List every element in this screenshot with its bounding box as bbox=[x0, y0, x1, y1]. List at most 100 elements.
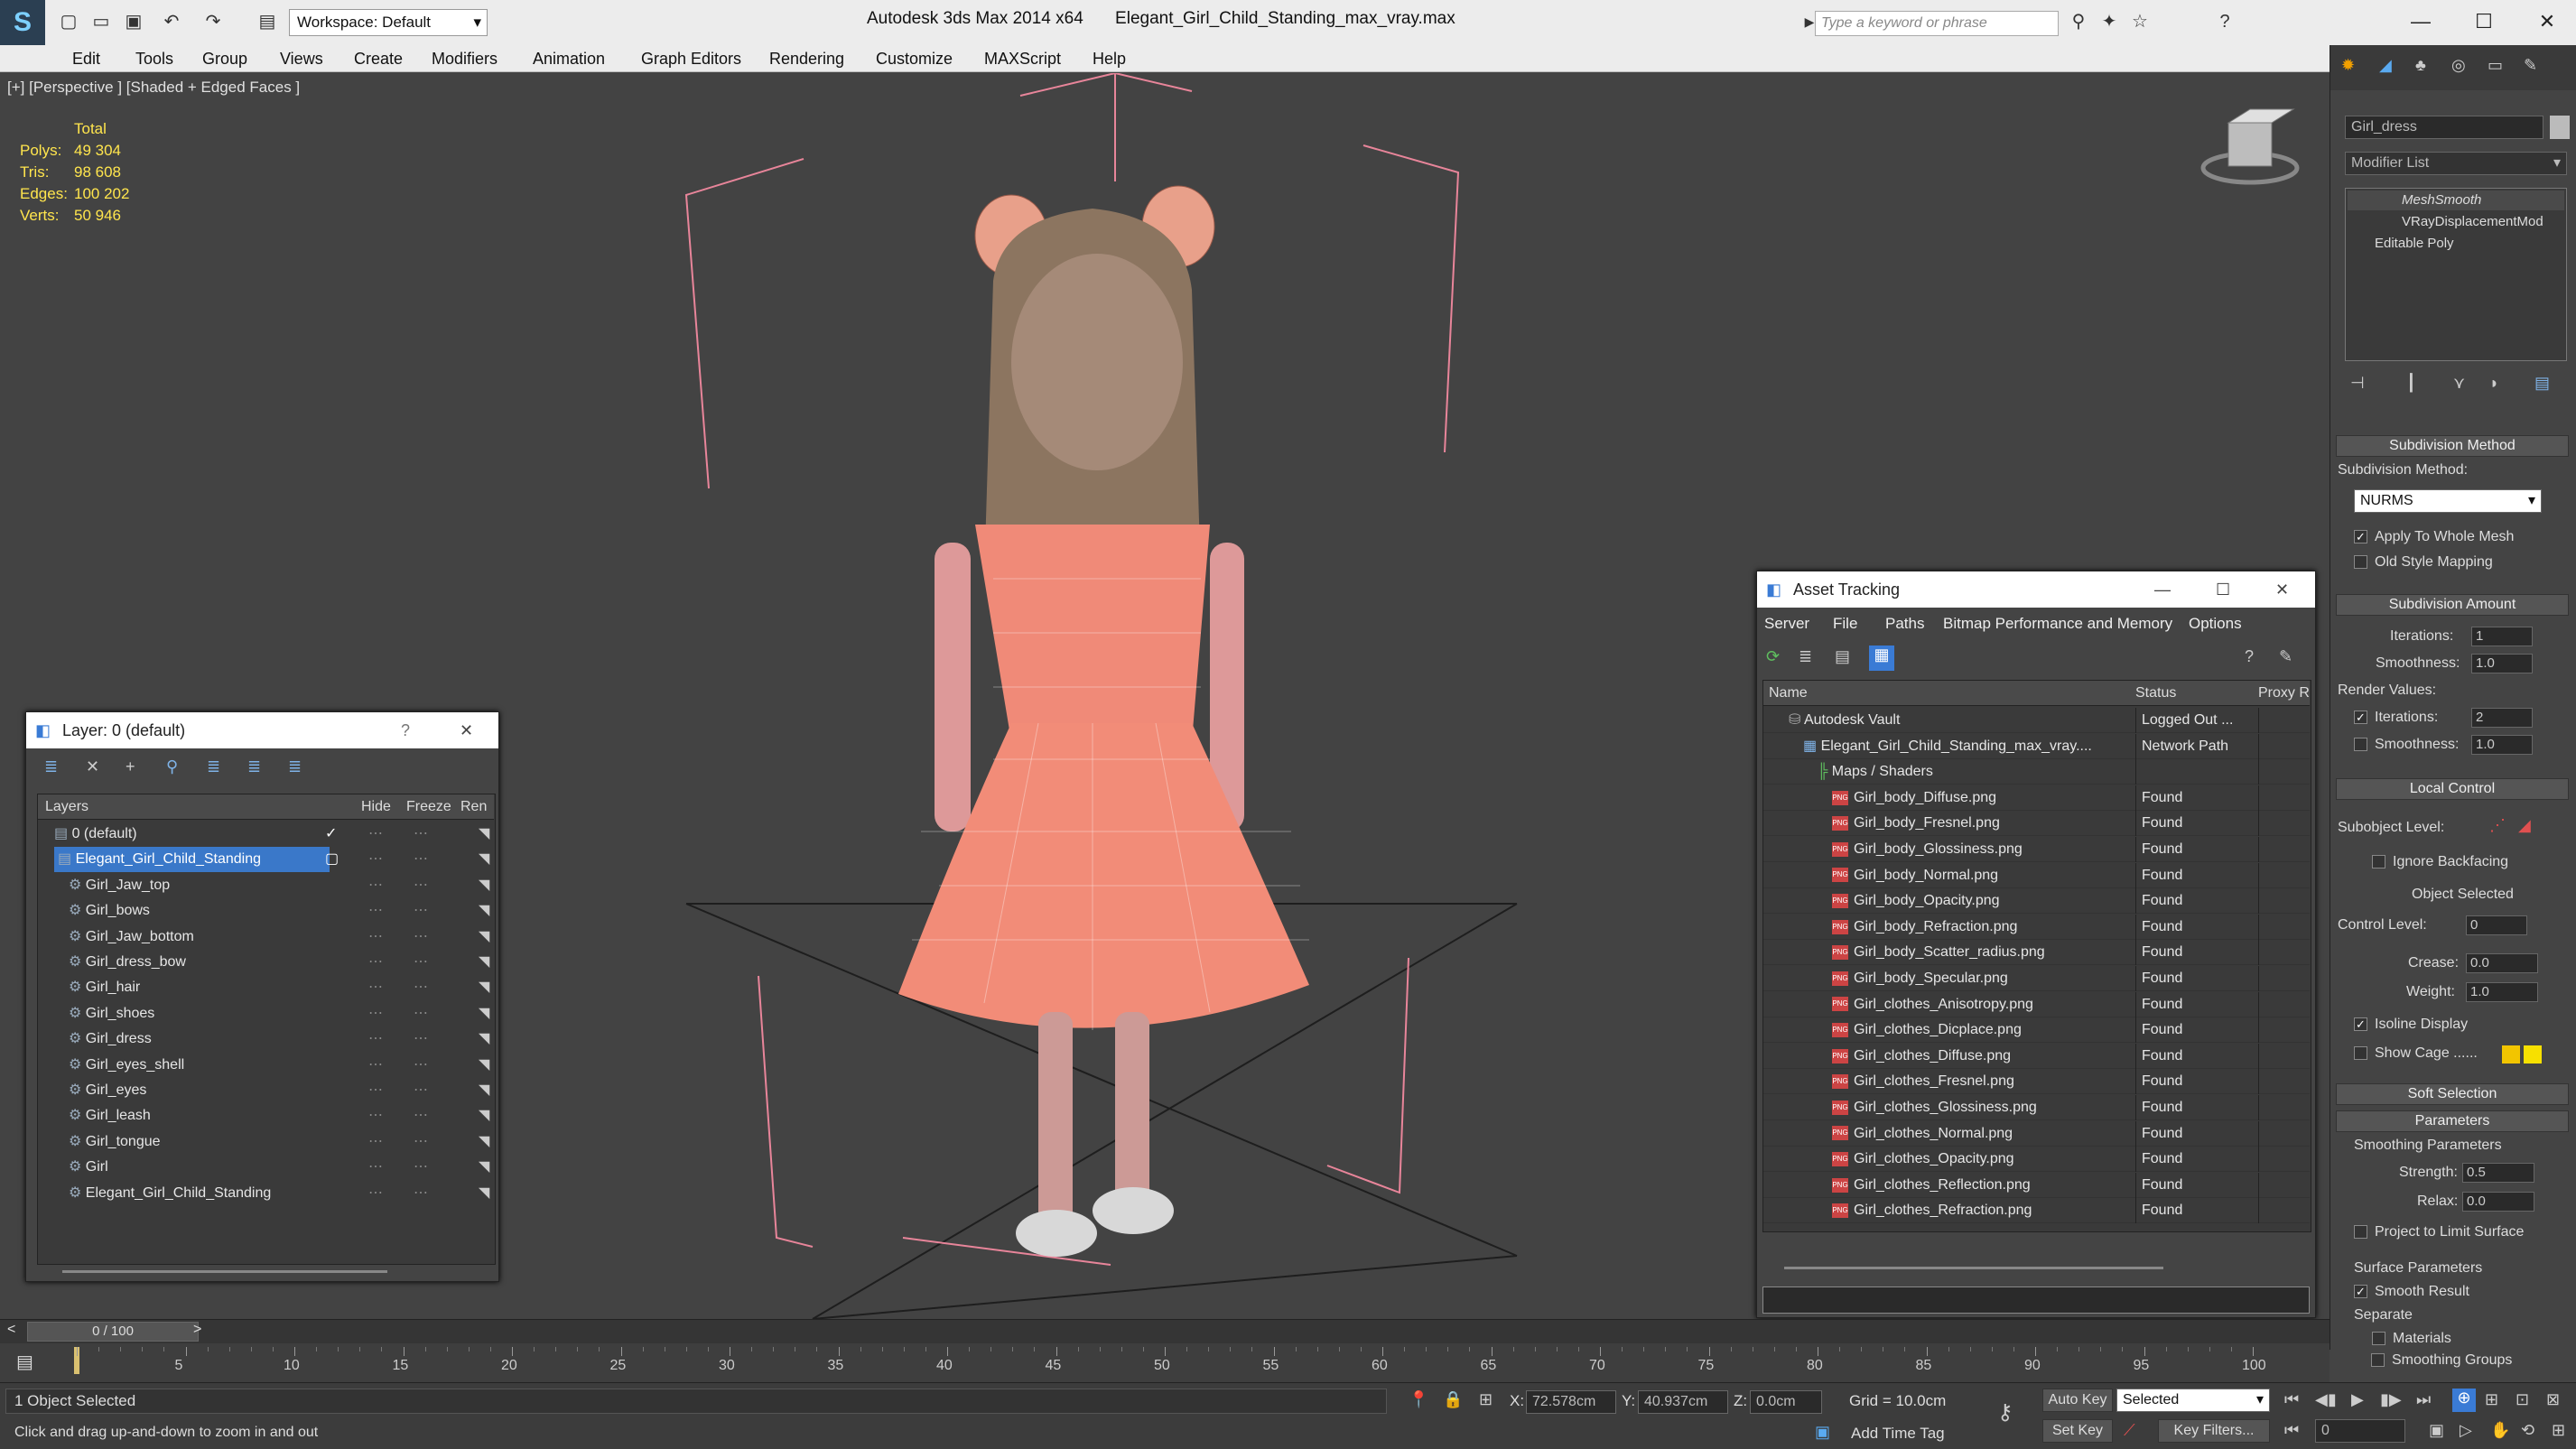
hide-toggle[interactable]: ⋯ bbox=[368, 1181, 383, 1206]
cage-color-swatch-1[interactable] bbox=[2502, 1045, 2520, 1064]
smooth-result-checkbox[interactable]: ✓ Smooth Result bbox=[2354, 1284, 2469, 1300]
asset-row[interactable]: PNG Girl_body_Specular.png Found bbox=[1763, 966, 2310, 991]
search-input[interactable]: Type a keyword or phrase bbox=[1815, 11, 2059, 36]
weight-spinner[interactable]: 1.0 bbox=[2466, 982, 2538, 1002]
viewport-label[interactable]: [+] [Perspective ] [Shaded + Edged Faces… bbox=[7, 79, 300, 97]
freeze-toggle[interactable]: ⋯ bbox=[414, 1103, 428, 1129]
render-toggle-icon[interactable]: ◥ bbox=[479, 847, 489, 872]
zoom-icon[interactable]: ⊕ bbox=[2452, 1389, 2476, 1412]
create-layer-icon[interactable]: ≣ bbox=[44, 757, 58, 776]
set-key-button[interactable]: Set Key bbox=[2042, 1419, 2113, 1443]
hide-toggle[interactable]: ⋯ bbox=[368, 1103, 383, 1129]
hide-toggle[interactable]: ⋯ bbox=[368, 1001, 383, 1026]
render-toggle-icon[interactable]: ◥ bbox=[479, 873, 489, 898]
add-to-layer-icon[interactable]: + bbox=[126, 757, 135, 776]
auto-key-button[interactable]: Auto Key bbox=[2042, 1389, 2113, 1412]
play-icon[interactable]: ▶ bbox=[2351, 1390, 2364, 1409]
hierarchy-tab-icon[interactable]: ♣ bbox=[2415, 56, 2426, 75]
asset-row[interactable]: PNG Girl_body_Normal.png Found bbox=[1763, 862, 2310, 888]
menu-customize[interactable]: Customize bbox=[876, 50, 953, 69]
smoothing-groups-checkbox[interactable]: Smoothing Groups bbox=[2371, 1352, 2512, 1369]
asset-menu-server[interactable]: Server bbox=[1764, 615, 1809, 633]
maximize-button[interactable]: ☐ bbox=[2461, 5, 2506, 38]
local-control-rollout[interactable]: Local Control bbox=[2336, 778, 2569, 800]
motion-tab-icon[interactable]: ◎ bbox=[2451, 56, 2466, 75]
settings-icon[interactable]: ✎ bbox=[2279, 647, 2292, 666]
subdivision-amount-rollout[interactable]: Subdivision Amount bbox=[2336, 594, 2569, 616]
edge-level-icon[interactable]: ◢ bbox=[2518, 816, 2531, 835]
go-to-start-icon[interactable]: ⏮ bbox=[2284, 1390, 2299, 1409]
key-filters-button[interactable]: Key Filters... bbox=[2158, 1419, 2270, 1443]
render-smoothness-checkbox[interactable]: Smoothness: bbox=[2354, 737, 2459, 753]
old-style-mapping-checkbox[interactable]: Old Style Mapping bbox=[2354, 554, 2493, 571]
asset-row[interactable]: PNG Girl_clothes_Glossiness.png Found bbox=[1763, 1095, 2310, 1120]
close-button[interactable]: ✕ bbox=[2525, 5, 2570, 38]
smoothness-spinner[interactable]: 1.0 bbox=[2471, 654, 2533, 673]
render-iterations-checkbox[interactable]: ✓ Iterations: bbox=[2354, 710, 2438, 726]
minimize-button[interactable]: — bbox=[2398, 5, 2443, 38]
frame-ruler[interactable]: 5 10 15 20 25 30 35 40 45 50 55 60 65 70 75 80 85 90 95 100 bbox=[0, 1347, 2330, 1383]
z-coordinate-field[interactable]: 0.0cm bbox=[1750, 1390, 1822, 1414]
go-to-end-icon[interactable]: ⏭ bbox=[2416, 1390, 2431, 1409]
hide-all-icon[interactable]: ≣ bbox=[247, 757, 261, 776]
hide-toggle[interactable]: ⋯ bbox=[368, 873, 383, 898]
soft-selection-rollout[interactable]: Soft Selection bbox=[2336, 1083, 2569, 1105]
render-toggle-icon[interactable]: ◥ bbox=[479, 1026, 489, 1052]
add-time-tag[interactable]: Add Time Tag bbox=[1851, 1425, 1945, 1443]
parameters-rollout[interactable]: Parameters bbox=[2336, 1110, 2569, 1132]
asset-menu-bitmap[interactable]: Bitmap Performance and Memory bbox=[1943, 615, 2172, 633]
asset-row[interactable]: PNG Girl_clothes_Fresnel.png Found bbox=[1763, 1069, 2310, 1095]
asset-menu-file[interactable]: File bbox=[1833, 615, 1857, 633]
col-name[interactable]: Name bbox=[1769, 681, 1808, 706]
app-logo-icon[interactable]: S bbox=[0, 0, 45, 45]
freeze-toggle[interactable]: ⋯ bbox=[414, 822, 428, 847]
modifier-list-dropdown[interactable]: Modifier List ▾ bbox=[2345, 152, 2567, 175]
menu-modifiers[interactable]: Modifiers bbox=[432, 50, 498, 69]
stack-item-vray-displacement[interactable]: VRayDisplacementMod bbox=[2348, 212, 2564, 232]
create-tab-icon[interactable]: ✹ bbox=[2341, 56, 2355, 75]
refresh-icon[interactable]: ⟳ bbox=[1766, 647, 1780, 666]
hide-toggle[interactable]: ⋯ bbox=[368, 975, 383, 1000]
close-icon[interactable]: ✕ bbox=[460, 712, 473, 748]
field-of-view-icon[interactable]: ▷ bbox=[2460, 1421, 2472, 1440]
layer-row[interactable]: ▤ Elegant_Girl_Child_Standing ▢ ⋯ ⋯ ◥ bbox=[38, 847, 494, 873]
asset-row[interactable]: PNG Girl_clothes_Reflection.png Found bbox=[1763, 1172, 2310, 1198]
time-slider-thumb[interactable]: 0 / 100 bbox=[27, 1322, 199, 1342]
asset-row[interactable]: PNG Girl_body_Fresnel.png Found bbox=[1763, 811, 2310, 837]
layer-row[interactable]: ⚙ Girl_eyes_shell ⋯ ⋯ ◥ bbox=[38, 1053, 494, 1078]
asset-scrollbar[interactable] bbox=[1784, 1267, 2163, 1269]
col-layers[interactable]: Layers bbox=[45, 794, 88, 820]
col-status[interactable]: Status bbox=[2135, 681, 2176, 706]
render-toggle-icon[interactable]: ◥ bbox=[479, 1155, 489, 1180]
relax-spinner[interactable]: 0.0 bbox=[2462, 1192, 2534, 1212]
current-layer-box-icon[interactable]: ▢ bbox=[325, 847, 339, 872]
y-coordinate-field[interactable]: 40.937cm bbox=[1638, 1390, 1728, 1414]
show-cage-checkbox[interactable]: Show Cage ...... bbox=[2354, 1045, 2478, 1062]
hide-toggle[interactable]: ⋯ bbox=[368, 924, 383, 950]
favorites-icon[interactable]: ☆ bbox=[2127, 9, 2153, 34]
render-toggle-icon[interactable]: ◥ bbox=[479, 1103, 489, 1129]
absolute-mode-icon[interactable]: ⊞ bbox=[1479, 1390, 1493, 1409]
iterations-spinner[interactable]: 1 bbox=[2471, 627, 2533, 646]
col-proxy[interactable]: Proxy R bbox=[2258, 681, 2310, 706]
render-smoothness-spinner[interactable]: 1.0 bbox=[2471, 735, 2533, 755]
freeze-toggle[interactable]: ⋯ bbox=[414, 1155, 428, 1180]
asset-menu-paths[interactable]: Paths bbox=[1885, 615, 1924, 633]
crease-spinner[interactable]: 0.0 bbox=[2466, 953, 2538, 973]
freeze-all-icon[interactable]: ≣ bbox=[288, 757, 302, 776]
communication-center-icon[interactable]: ✦ bbox=[2097, 9, 2122, 34]
asset-row[interactable]: PNG Girl_clothes_Normal.png Found bbox=[1763, 1120, 2310, 1147]
layer-row[interactable]: ⚙ Girl_dress ⋯ ⋯ ◥ bbox=[38, 1026, 494, 1052]
freeze-toggle[interactable]: ⋯ bbox=[414, 1001, 428, 1026]
menu-tools[interactable]: Tools bbox=[135, 50, 173, 69]
materials-checkbox[interactable]: Materials bbox=[2372, 1331, 2451, 1347]
layer-row[interactable]: ⚙ Girl_hair ⋯ ⋯ ◥ bbox=[38, 975, 494, 1000]
subdivision-method-rollout[interactable]: Subdivision Method bbox=[2336, 435, 2569, 457]
asset-row[interactable]: PNG Girl_body_Scatter_radius.png Found bbox=[1763, 940, 2310, 966]
asset-row[interactable]: PNG Girl_clothes_Diffuse.png Found bbox=[1763, 1043, 2310, 1069]
current-frame-field[interactable]: 0 bbox=[2315, 1419, 2405, 1443]
freeze-toggle[interactable]: ⋯ bbox=[414, 1129, 428, 1155]
hide-toggle[interactable]: ⋯ bbox=[368, 1129, 383, 1155]
hide-toggle[interactable]: ⋯ bbox=[368, 898, 383, 924]
layer-scrollbar[interactable] bbox=[62, 1270, 387, 1273]
